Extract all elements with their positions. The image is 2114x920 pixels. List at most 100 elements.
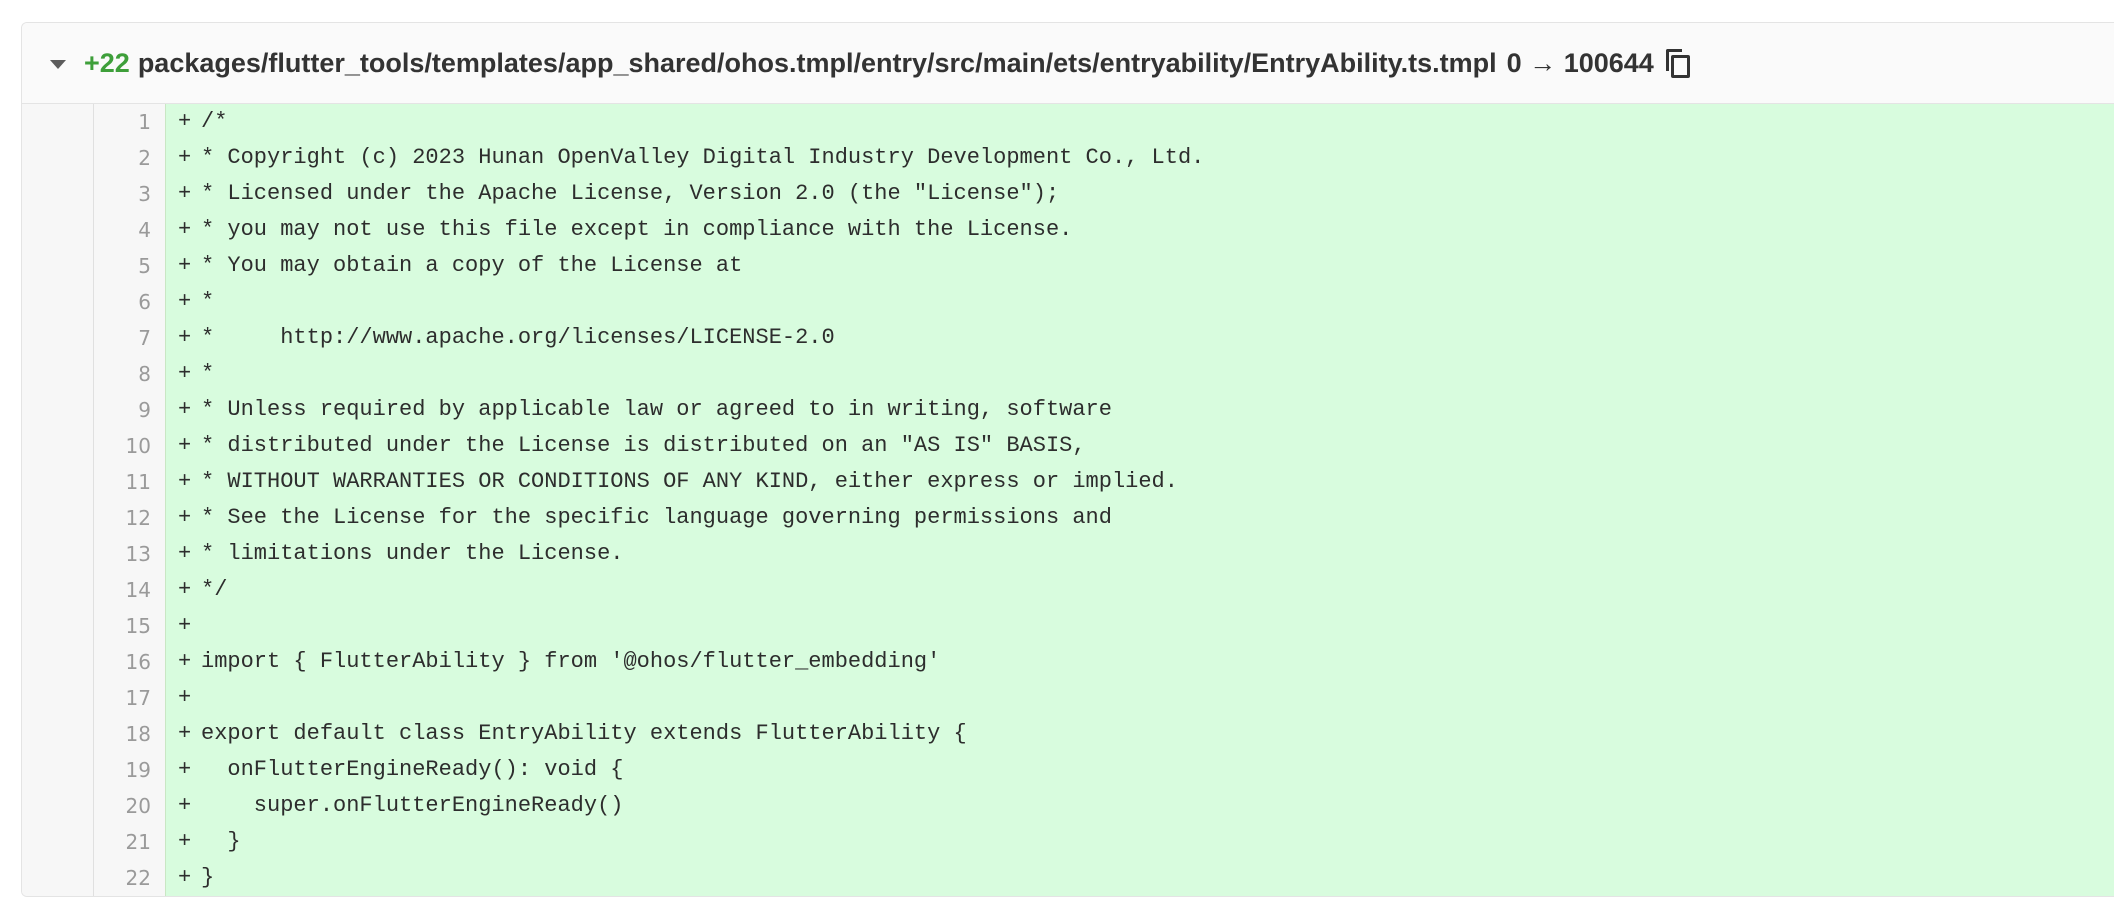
file-path[interactable]: packages/flutter_tools/templates/app_sha… [138, 48, 1497, 79]
diff-line: 16 + import { FlutterAbility } from '@ohos… [22, 644, 2114, 680]
diff-file-header[interactable]: +22 packages/flutter_tools/templates/app… [22, 23, 2114, 104]
diff-line: 11 + * WITHOUT WARRANTIES OR CONDITIONS OF… [22, 464, 2114, 500]
code-text: * WITHOUT WARRANTIES OR CONDITIONS OF AN… [201, 469, 1178, 494]
old-line-number[interactable] [22, 680, 94, 716]
diff-body: 1 + /* 2 + * Copyright (c) 2023 Hunan OpenVal… [22, 104, 2114, 896]
code-text: onFlutterEngineReady(): void { [201, 757, 624, 782]
old-line-number[interactable] [22, 176, 94, 212]
old-line-number[interactable] [22, 464, 94, 500]
old-line-number[interactable] [22, 788, 94, 824]
code-line: + * You may obtain a copy of the License … [166, 248, 2114, 284]
added-line-marker: + [178, 397, 192, 422]
code-line: + /* [166, 104, 2114, 140]
code-line: + super.onFlutterEngineReady() [166, 788, 2114, 824]
code-text: super.onFlutterEngineReady() [201, 793, 624, 818]
code-line: + * Unless required by applicable law or … [166, 392, 2114, 428]
diff-line: 22 +} [22, 860, 2114, 896]
new-line-number[interactable]: 9 [94, 392, 166, 428]
old-line-number[interactable] [22, 140, 94, 176]
diff-line: 8 + * [22, 356, 2114, 392]
code-line: + * [166, 356, 2114, 392]
old-line-number[interactable] [22, 572, 94, 608]
new-line-number[interactable]: 10 [94, 428, 166, 464]
diff-line: 4 + * you may not use this file except in … [22, 212, 2114, 248]
new-line-number[interactable]: 8 [94, 356, 166, 392]
new-line-number[interactable]: 16 [94, 644, 166, 680]
added-line-marker: + [178, 145, 192, 170]
added-line-marker: + [178, 289, 192, 314]
old-line-number[interactable] [22, 500, 94, 536]
diff-line: 18 + export default class EntryAbility ext… [22, 716, 2114, 752]
added-lines-count: +22 [84, 47, 130, 78]
code-text: */ [201, 577, 228, 602]
diff-line: 19 + onFlutterEngineReady(): void { [22, 752, 2114, 788]
code-line: + * limitations under the License. [166, 536, 2114, 572]
new-line-number[interactable]: 22 [94, 860, 166, 896]
added-line-marker: + [178, 577, 192, 602]
old-line-number[interactable] [22, 752, 94, 788]
new-line-number[interactable]: 12 [94, 500, 166, 536]
new-line-number[interactable]: 15 [94, 608, 166, 644]
added-line-marker: + [178, 361, 192, 386]
old-line-number[interactable] [22, 608, 94, 644]
code-text: * Licensed under the Apache License, Ver… [201, 181, 1060, 206]
old-line-number[interactable] [22, 644, 94, 680]
new-line-number[interactable]: 21 [94, 824, 166, 860]
added-line-marker: + [178, 253, 192, 278]
copy-icon[interactable] [1665, 49, 1690, 78]
added-line-marker: + [178, 469, 192, 494]
new-line-number[interactable]: 5 [94, 248, 166, 284]
code-text: } [201, 829, 241, 854]
new-line-number[interactable]: 19 [94, 752, 166, 788]
new-line-number[interactable]: 20 [94, 788, 166, 824]
code-text: * [201, 361, 215, 386]
new-line-number[interactable]: 1 [94, 104, 166, 140]
old-line-number[interactable] [22, 104, 94, 140]
new-line-number[interactable]: 11 [94, 464, 166, 500]
new-line-number[interactable]: 3 [94, 176, 166, 212]
code-text: * You may obtain a copy of the License a… [201, 253, 743, 278]
diff-line: 12 + * See the License for the specific la… [22, 500, 2114, 536]
new-line-number[interactable]: 18 [94, 716, 166, 752]
diff-line: 2 + * Copyright (c) 2023 Hunan OpenValley … [22, 140, 2114, 176]
diff-line: 20 + super.onFlutterEngineReady() [22, 788, 2114, 824]
code-line: + export default class EntryAbility exten… [166, 716, 2114, 752]
code-line: + */ [166, 572, 2114, 608]
code-line: +} [166, 860, 2114, 896]
added-line-marker: + [178, 181, 192, 206]
old-line-number[interactable] [22, 248, 94, 284]
added-line-marker: + [178, 721, 192, 746]
chevron-down-icon[interactable] [50, 59, 66, 69]
old-line-number[interactable] [22, 824, 94, 860]
code-line: + * See the License for the specific lang… [166, 500, 2114, 536]
new-line-number[interactable]: 17 [94, 680, 166, 716]
code-line: + * Copyright (c) 2023 Hunan OpenValley D… [166, 140, 2114, 176]
new-line-number[interactable]: 7 [94, 320, 166, 356]
old-line-number[interactable] [22, 320, 94, 356]
new-line-number[interactable]: 2 [94, 140, 166, 176]
old-line-number[interactable] [22, 536, 94, 572]
old-line-number[interactable] [22, 716, 94, 752]
code-text: * distributed under the License is distr… [201, 433, 1086, 458]
old-line-number[interactable] [22, 284, 94, 320]
added-line-marker: + [178, 829, 192, 854]
old-line-number[interactable] [22, 356, 94, 392]
new-line-number[interactable]: 6 [94, 284, 166, 320]
new-line-number[interactable]: 4 [94, 212, 166, 248]
code-text: import { FlutterAbility } from '@ohos/fl… [201, 649, 941, 674]
added-line-marker: + [178, 865, 192, 890]
old-line-number[interactable] [22, 392, 94, 428]
diff-file: +22 packages/flutter_tools/templates/app… [21, 22, 2114, 897]
old-line-number[interactable] [22, 212, 94, 248]
added-line-marker: + [178, 649, 192, 674]
diff-line: 1 + /* [22, 104, 2114, 140]
old-line-number[interactable] [22, 428, 94, 464]
code-line: + * you may not use this file except in c… [166, 212, 2114, 248]
new-line-number[interactable]: 14 [94, 572, 166, 608]
diff-line: 5 + * You may obtain a copy of the License… [22, 248, 2114, 284]
code-text: export default class EntryAbility extend… [201, 721, 967, 746]
old-line-number[interactable] [22, 860, 94, 896]
new-line-number[interactable]: 13 [94, 536, 166, 572]
added-line-marker: + [178, 541, 192, 566]
added-line-marker: + [178, 109, 192, 134]
